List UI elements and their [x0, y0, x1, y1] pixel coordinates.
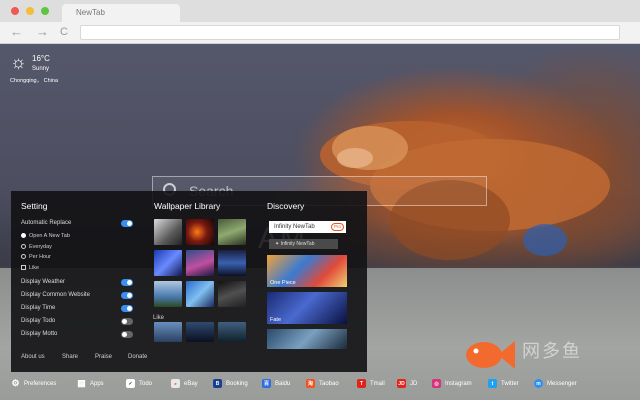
pro-badge: Pro: [331, 223, 345, 231]
discovery-subheader[interactable]: ✦ Infinity NewTab: [269, 239, 338, 249]
messenger-icon: m: [534, 379, 543, 388]
display-todo-label: Display Todo: [21, 318, 56, 324]
dock-baidu[interactable]: 百 Baidu: [262, 378, 290, 389]
display-time-toggle[interactable]: [121, 305, 133, 312]
wallpaper-thumbnail[interactable]: [218, 250, 246, 276]
browser-tab[interactable]: NewTab: [62, 4, 180, 22]
settings-panel: Setting Automatic Replace Open A New Tab…: [11, 191, 367, 372]
discovery-caption: One Piece: [270, 280, 296, 286]
wallpaper-thumbnail[interactable]: [186, 322, 214, 342]
dock-tmail[interactable]: T Tmail: [357, 378, 385, 389]
back-button[interactable]: ←: [10, 25, 23, 39]
weather-temperature: 16°C: [32, 54, 50, 63]
twitter-icon: t: [488, 379, 497, 388]
option-like[interactable]: Like: [21, 265, 39, 271]
dock-messenger[interactable]: m Messenger: [534, 378, 577, 389]
fish-logo-icon: [466, 341, 515, 369]
wallpaper-thumbnail[interactable]: [154, 250, 182, 276]
minimize-window-button[interactable]: [26, 7, 34, 15]
tmall-icon: T: [357, 379, 366, 388]
dock-booking[interactable]: B Booking: [213, 378, 248, 389]
discovery-header[interactable]: Infinity NewTab Pro: [269, 221, 346, 233]
discovery-caption: Fate: [270, 317, 282, 323]
display-time-label: Display Time: [21, 305, 56, 311]
gear-icon: ⚙: [11, 378, 20, 388]
display-motto-label: Display Motto: [21, 331, 58, 337]
option-open-new-tab[interactable]: Open A New Tab: [21, 233, 70, 239]
weather-condition: Sunny: [32, 66, 50, 72]
forward-button[interactable]: →: [36, 25, 49, 39]
wallpaper-thumbnail[interactable]: [218, 322, 246, 342]
radio-icon: [21, 233, 26, 238]
grid-icon: ▦: [77, 378, 86, 388]
address-bar[interactable]: [80, 25, 620, 40]
discovery-card[interactable]: [267, 329, 347, 349]
wallpaper-thumbnail[interactable]: [186, 281, 214, 307]
wallpaper-thumbnail[interactable]: [154, 322, 182, 342]
donate-link[interactable]: Donate: [128, 354, 147, 360]
watermark-text: 网多鱼: [522, 341, 582, 361]
wallpaper-thumbnail[interactable]: [154, 281, 182, 307]
ebay-icon: e: [171, 379, 180, 388]
browser-titlebar: NewTab: [0, 0, 640, 22]
dock-jd[interactable]: JD JD: [397, 378, 417, 389]
dock-apps[interactable]: ▦ Apps: [77, 378, 103, 389]
setting-title: Setting: [21, 201, 48, 211]
instagram-icon: ◎: [432, 379, 441, 388]
praise-link[interactable]: Praise: [95, 354, 112, 360]
display-common-website-label: Display Common Website: [21, 292, 90, 298]
radio-icon: [21, 244, 26, 249]
sun-icon: ☼: [10, 52, 27, 72]
checkbox-icon: [21, 265, 26, 270]
display-weather-toggle[interactable]: [121, 279, 133, 286]
reload-button[interactable]: C: [60, 25, 68, 39]
maximize-window-button[interactable]: [41, 7, 49, 15]
about-us-link[interactable]: About us: [21, 354, 45, 360]
close-window-button[interactable]: [11, 7, 19, 15]
dock-twitter[interactable]: t Twitter: [488, 378, 519, 389]
wallpaper-thumbnail[interactable]: [186, 219, 214, 245]
automatic-replace-toggle[interactable]: [121, 220, 133, 227]
discovery-title: Discovery: [267, 201, 305, 211]
dock-todo[interactable]: ✓ Todo: [126, 378, 152, 389]
option-per-hour[interactable]: Per Hour: [21, 254, 51, 260]
like-section-label: Like: [153, 315, 165, 321]
wallpaper-thumbnail[interactable]: [154, 219, 182, 245]
check-icon: ✓: [126, 379, 135, 388]
dock-taobao[interactable]: 淘 Taobao: [306, 378, 339, 389]
baidu-icon: 百: [262, 379, 271, 388]
taobao-icon: 淘: [306, 379, 315, 388]
wallpaper-thumbnail[interactable]: [218, 219, 246, 245]
radio-icon: [21, 254, 26, 259]
display-weather-label: Display Weather: [21, 279, 65, 285]
display-motto-toggle[interactable]: [121, 331, 133, 338]
option-everyday[interactable]: Everyday: [21, 244, 52, 250]
wallpaper-library-title: Wallpaper Library: [154, 201, 221, 211]
wallpaper-thumbnail[interactable]: [186, 250, 214, 276]
browser-toolbar: ← → C: [0, 22, 640, 44]
share-link[interactable]: Share: [62, 354, 78, 360]
wallpaper-thumbnail[interactable]: [218, 281, 246, 307]
jd-icon: JD: [397, 379, 406, 388]
dock-preferences[interactable]: ⚙ Preferences: [11, 378, 56, 389]
display-todo-toggle[interactable]: [121, 318, 133, 325]
dock-instagram[interactable]: ◎ Instagram: [432, 378, 472, 389]
weather-location: Chongqing， China: [10, 78, 59, 84]
booking-icon: B: [213, 379, 222, 388]
dock-ebay[interactable]: e eBay: [171, 378, 198, 389]
automatic-replace-label: Automatic Replace: [21, 220, 72, 226]
bottom-dock: ⚙ Preferences ▦ Apps ✓ Todo e eBay B Booking …: [0, 373, 640, 393]
display-common-website-toggle[interactable]: [121, 292, 133, 299]
